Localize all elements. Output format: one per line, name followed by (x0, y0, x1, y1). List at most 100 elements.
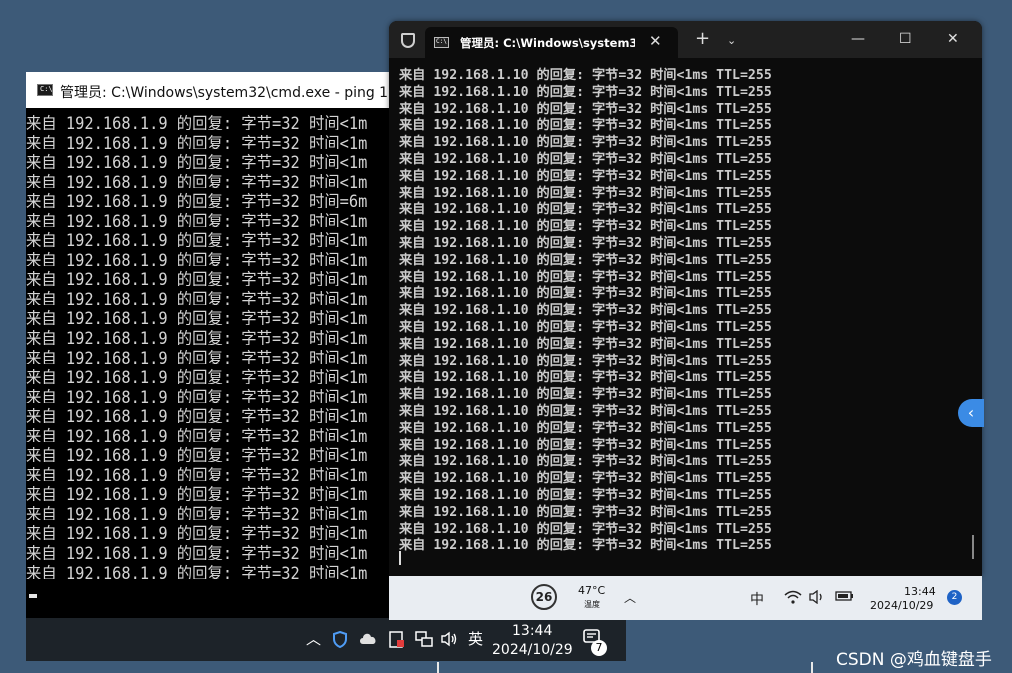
taskbar-right: 26 47°C 温度 ︿ 中 13:44 2024/10/29 2 (389, 576, 982, 620)
speaker-icon[interactable] (440, 631, 458, 650)
console-line: 来自 192.168.1.10 的回复: 字节=32 时间<1ms TTL=25… (399, 336, 772, 352)
cloud-icon[interactable] (358, 631, 378, 648)
cmd-window-left[interactable]: C:\ 管理员: C:\Windows\system32\cmd.exe - p… (26, 72, 394, 618)
console-line: 来自 192.168.1.10 的回复: 字节=32 时间<1ms TTL=25… (399, 353, 772, 369)
console-line: 来自 192.168.1.9 的回复: 字节=32 时间<1ms (26, 172, 369, 189)
console-line: 来自 192.168.1.10 的回复: 字节=32 时间<1ms TTL=25… (399, 219, 772, 235)
shield-icon[interactable] (332, 630, 348, 651)
console-line: 来自 192.168.1.9 的回复: 字节=32 时间<1ms (26, 153, 369, 169)
chevron-down-icon[interactable]: ⌄ (727, 34, 736, 47)
new-tab-icon[interactable]: + (695, 30, 710, 48)
wifi-icon[interactable] (784, 590, 802, 608)
clock-time[interactable]: 13:44 (904, 585, 936, 598)
console-line: 来自 192.168.1.9 的回复: 字节=32 时间<1ms (26, 368, 369, 384)
console-line: 来自 192.168.1.10 的回复: 字节=32 时间<1ms TTL=25… (399, 403, 772, 419)
taskbar-left: ︿ 英 13:44 2024/10/29 7 (26, 618, 626, 661)
console-line: 来自 192.168.1.9 的回复: 字节=32 时间<1ms (26, 387, 369, 404)
console-line: 来自 192.168.1.9 的回复: 字节=32 时间=6ms (26, 192, 369, 208)
watermark: CSDN @鸡血键盘手 (836, 650, 992, 670)
chevron-left-icon[interactable]: ‹ (958, 399, 984, 427)
console-cursor (29, 594, 37, 598)
console-line: 来自 192.168.1.10 的回复: 字节=32 时间<1ms TTL=25… (399, 135, 772, 151)
console-line: 来自 192.168.1.10 的回复: 字节=32 时间<1ms TTL=25… (399, 202, 772, 218)
console-line: 来自 192.168.1.9 的回复: 字节=32 时间<1ms (26, 133, 369, 150)
console-line: 来自 192.168.1.10 的回复: 字节=32 时间<1ms TTL=25… (399, 168, 772, 184)
console-line: 来自 192.168.1.10 的回复: 字节=32 时间<1ms TTL=25… (399, 471, 772, 487)
console-line: 来自 192.168.1.10 的回复: 字节=32 时间<1ms TTL=25… (399, 454, 772, 470)
clock-date[interactable]: 2024/10/29 (870, 599, 933, 612)
cmd-icon: C:\ (434, 37, 449, 48)
console-line: 来自 192.168.1.9 的回复: 字节=32 时间<1ms (26, 270, 369, 286)
close-tab-icon[interactable]: ✕ (649, 32, 662, 50)
console-line: 来自 192.168.1.9 的回复: 字节=32 时间<1ms (26, 544, 369, 560)
close-window-icon[interactable]: ✕ (947, 31, 959, 47)
clock-date[interactable]: 2024/10/29 (492, 642, 573, 658)
battery-icon[interactable] (835, 590, 855, 606)
clock-time[interactable]: 13:44 (512, 623, 552, 639)
cmd-window-title: 管理员: C:\Windows\system32\cmd.exe - ping … (60, 85, 394, 101)
console-line: 来自 192.168.1.10 的回复: 字节=32 时间<1ms TTL=25… (399, 185, 772, 201)
console-line: 来自 192.168.1.10 的回复: 字节=32 时间<1ms TTL=25… (399, 118, 772, 134)
console-line: 来自 192.168.1.9 的回复: 字节=32 时间<1ms (26, 231, 369, 247)
console-line: 来自 192.168.1.9 的回复: 字节=32 时间<1ms (26, 348, 369, 365)
chevron-up-icon[interactable]: ︿ (624, 589, 636, 606)
weather-temperature[interactable]: 47°C (578, 584, 605, 597)
terminal-tab[interactable]: C:\ 管理员: C:\Windows\system32 ✕ (425, 27, 678, 58)
console-line: 来自 192.168.1.10 的回复: 字节=32 时间<1ms TTL=25… (399, 235, 772, 251)
input-caret (399, 551, 401, 565)
console-line: 来自 192.168.1.10 的回复: 字节=32 时间<1ms TTL=25… (399, 420, 772, 436)
console-line: 来自 192.168.1.9 的回复: 字节=32 时间<1ms (26, 289, 369, 306)
minimize-icon[interactable]: — (851, 31, 865, 47)
chevron-up-icon[interactable]: ︿ (306, 631, 321, 647)
cmd-title-bar[interactable]: C:\ 管理员: C:\Windows\system32\cmd.exe - p… (26, 72, 394, 108)
console-line: 来自 192.168.1.10 的回复: 字节=32 时间<1ms TTL=25… (399, 151, 772, 167)
console-line: 来自 192.168.1.9 的回复: 字节=32 时间<1ms (26, 211, 369, 228)
console-line: 来自 192.168.1.9 的回复: 字节=32 时间<1ms (26, 504, 369, 521)
console-line: 来自 192.168.1.10 的回复: 字节=32 时间<1ms TTL=25… (399, 68, 772, 83)
console-line: 来自 192.168.1.9 的回复: 字节=32 时间<1ms (26, 563, 369, 580)
divider (811, 662, 813, 673)
ime-indicator[interactable]: 英 (468, 631, 483, 647)
notification-count-badge[interactable]: 2 (947, 590, 962, 605)
console-line: 来自 192.168.1.10 的回复: 字节=32 时间<1ms TTL=25… (399, 84, 772, 100)
console-line: 来自 192.168.1.10 的回复: 字节=32 时间<1ms TTL=25… (399, 504, 772, 520)
divider (437, 662, 439, 673)
console-line: 来自 192.168.1.9 的回复: 字节=32 时间<1ms (26, 407, 369, 423)
network-icon[interactable] (415, 631, 433, 650)
console-line: 来自 192.168.1.9 的回复: 字节=32 时间<1ms (26, 250, 369, 267)
tablet-icon[interactable] (388, 631, 406, 652)
console-line: 来自 192.168.1.10 的回复: 字节=32 时间<1ms TTL=25… (399, 487, 772, 503)
ime-indicator[interactable]: 中 (750, 589, 764, 609)
admin-shield-icon (401, 33, 415, 48)
console-line: 来自 192.168.1.9 的回复: 字节=32 时间<1ms (26, 329, 369, 345)
console-line: 来自 192.168.1.10 的回复: 字节=32 时间<1ms TTL=25… (399, 370, 772, 386)
console-line: 来自 192.168.1.10 的回复: 字节=32 时间<1ms TTL=25… (399, 269, 772, 285)
console-line: 来自 192.168.1.10 的回复: 字节=32 时间<1ms TTL=25… (399, 101, 772, 117)
console-line: 来自 192.168.1.10 的回复: 字节=32 时间<1ms TTL=25… (399, 303, 772, 319)
weather-badge[interactable]: 26 (531, 584, 557, 610)
console-line: 来自 192.168.1.10 的回复: 字节=32 时间<1ms TTL=25… (399, 286, 772, 302)
terminal-tab-bar[interactable]: C:\ 管理员: C:\Windows\system32 ✕ + ⌄ — ☐ ✕ (389, 21, 982, 58)
console-line: 来自 192.168.1.9 的回复: 字节=32 时间<1ms (26, 524, 369, 541)
console-output-right[interactable]: 来自 192.168.1.10 的回复: 字节=32 时间<1ms TTL=25… (399, 64, 969, 554)
cmd-icon: C:\ (37, 84, 53, 96)
console-line: 来自 192.168.1.9 的回复: 字节=32 时间<1ms (26, 426, 369, 443)
console-line: 来自 192.168.1.9 的回复: 字节=32 时间<1ms (26, 446, 369, 462)
console-line: 来自 192.168.1.10 的回复: 字节=32 时间<1ms TTL=25… (399, 437, 772, 453)
notification-count-badge: 7 (591, 640, 607, 656)
scrollbar[interactable] (972, 535, 974, 559)
weather-label: 温度 (584, 600, 600, 609)
console-line: 来自 192.168.1.9 的回复: 字节=32 时间<1ms (26, 309, 369, 326)
console-line: 来自 192.168.1.10 的回复: 字节=32 时间<1ms TTL=25… (399, 387, 772, 403)
console-line: 来自 192.168.1.10 的回复: 字节=32 时间<1ms TTL=25… (399, 538, 772, 554)
console-line: 来自 192.168.1.10 的回复: 字节=32 时间<1ms TTL=25… (399, 521, 772, 537)
console-line: 来自 192.168.1.10 的回复: 字节=32 时间<1ms TTL=25… (399, 252, 772, 268)
maximize-icon[interactable]: ☐ (899, 31, 912, 47)
console-line: 来自 192.168.1.9 的回复: 字节=32 时间<1ms (26, 114, 369, 130)
console-line: 来自 192.168.1.9 的回复: 字节=32 时间<1ms (26, 485, 369, 501)
console-line: 来自 192.168.1.10 的回复: 字节=32 时间<1ms TTL=25… (399, 319, 772, 335)
console-output-left[interactable]: 来自 192.168.1.9 的回复: 字节=32 时间<1ms 来自 192.1… (26, 110, 394, 579)
speaker-icon[interactable] (809, 589, 825, 608)
console-line: 来自 192.168.1.9 的回复: 字节=32 时间<1ms (26, 465, 369, 482)
terminal-window-right[interactable]: C:\ 管理员: C:\Windows\system32 ✕ + ⌄ — ☐ ✕… (389, 21, 982, 576)
